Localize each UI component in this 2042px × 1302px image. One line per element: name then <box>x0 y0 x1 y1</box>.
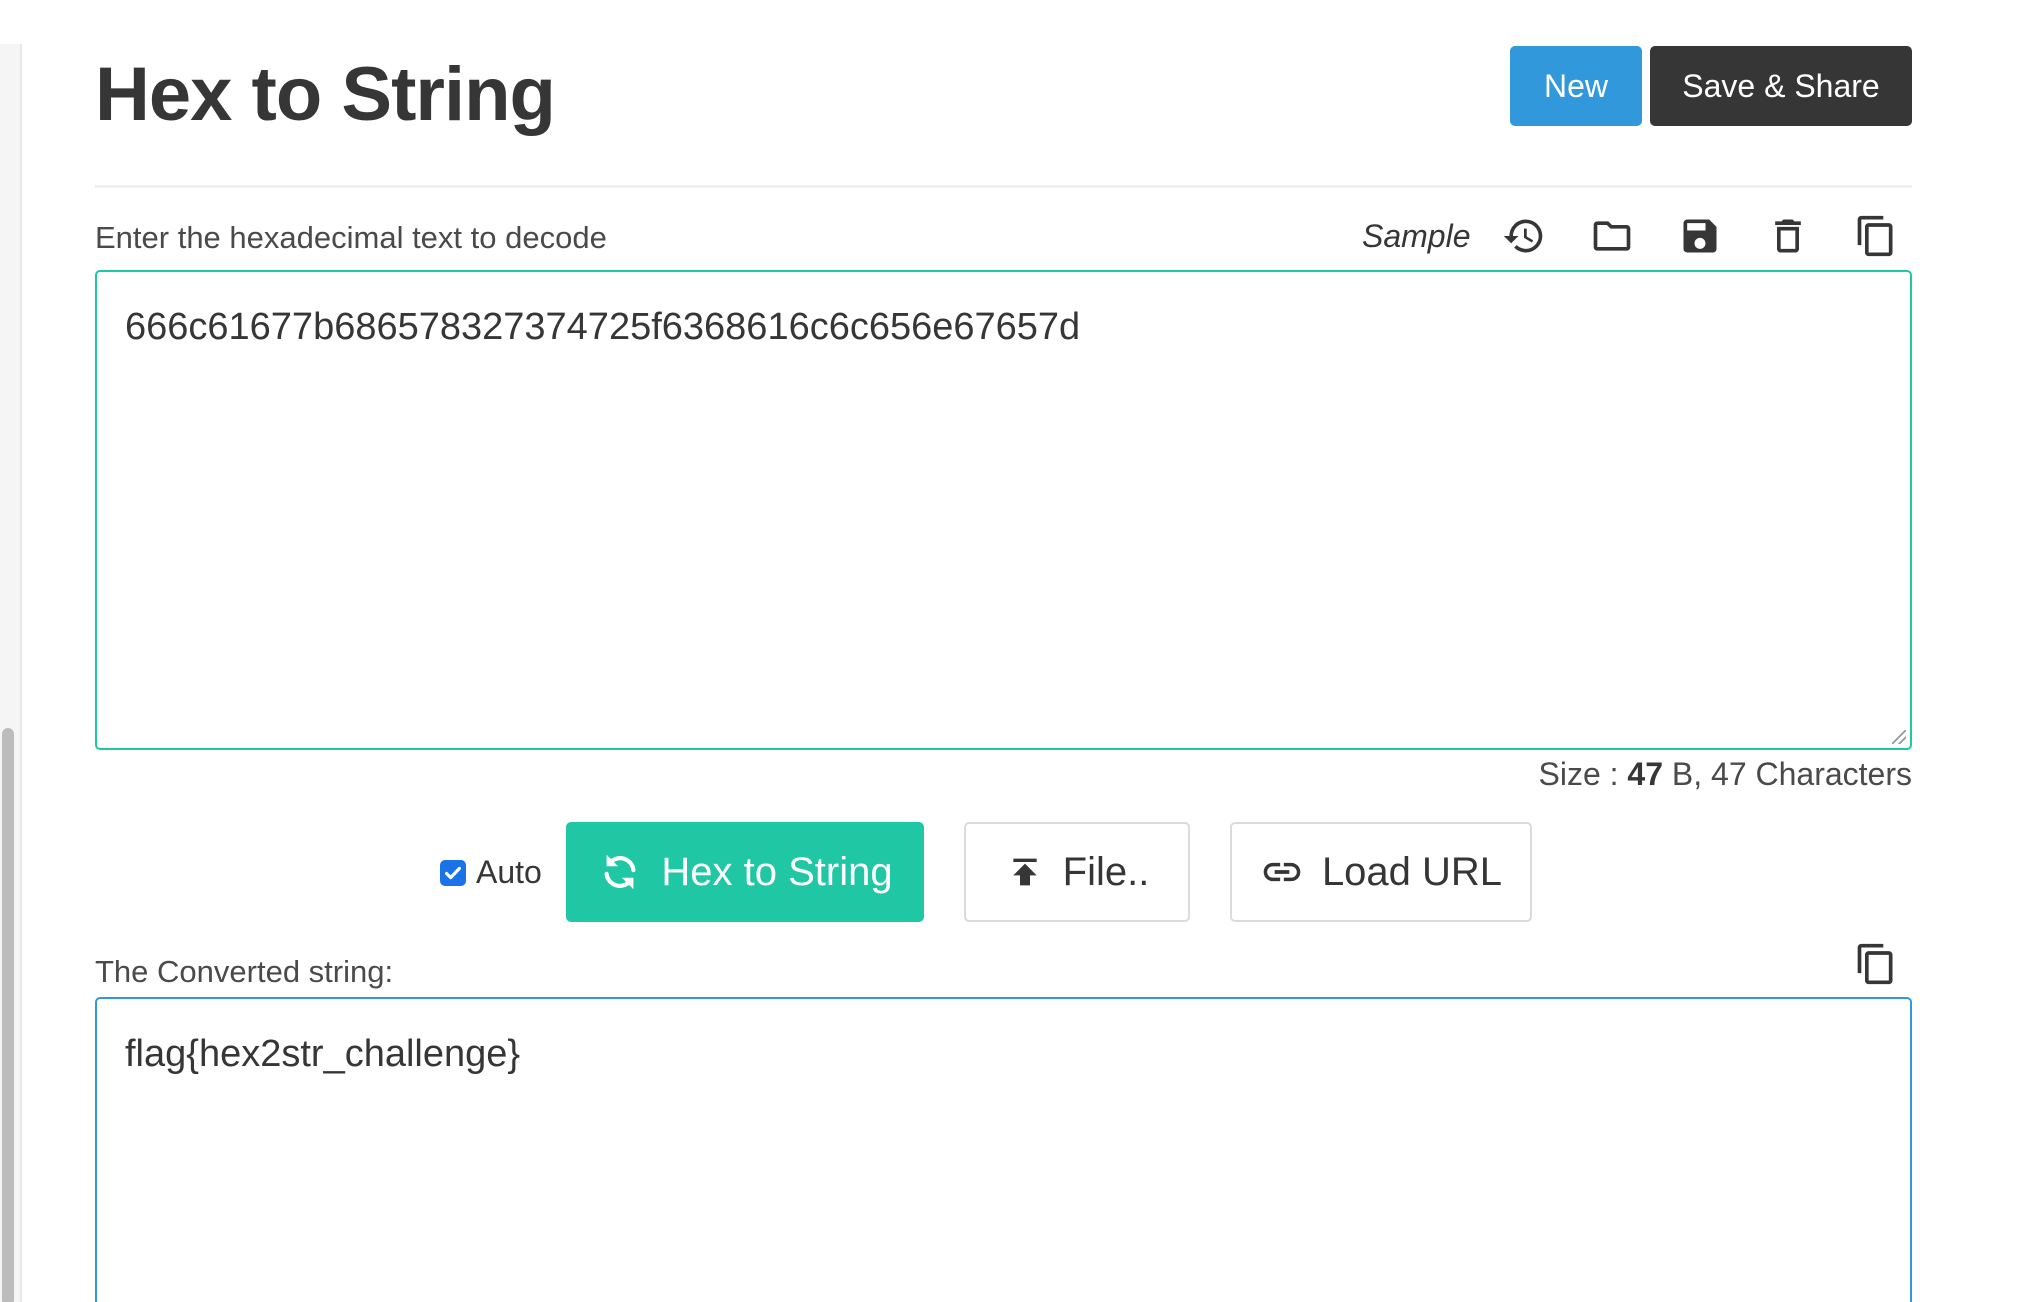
output-value: flag{hex2str_challenge} <box>125 1033 521 1075</box>
left-scrollbar[interactable] <box>0 44 22 1302</box>
size-bytes: 47 <box>1627 756 1663 792</box>
link-icon <box>1263 862 1301 882</box>
file-button[interactable]: File.. <box>964 822 1190 922</box>
page-title: Hex to String <box>95 52 556 137</box>
trash-icon[interactable] <box>1764 212 1812 260</box>
sample-link[interactable]: Sample <box>1362 218 1471 255</box>
size-suffix: B, 47 Characters <box>1663 756 1912 792</box>
auto-label: Auto <box>476 854 542 890</box>
hex-to-string-button[interactable]: Hex to String <box>566 822 924 922</box>
output-label: The Converted string: <box>95 954 394 989</box>
size-prefix: Size : <box>1538 756 1628 792</box>
load-url-label: Load URL <box>1321 849 1503 894</box>
history-icon[interactable] <box>1500 212 1548 260</box>
save-share-button[interactable]: Save & Share <box>1650 46 1912 126</box>
new-button[interactable]: New <box>1510 46 1642 126</box>
input-label: Enter the hexadecimal text to decode <box>95 220 607 255</box>
folder-icon[interactable] <box>1588 212 1636 260</box>
upload-icon <box>1012 858 1037 886</box>
resize-handle[interactable] <box>1892 730 1906 744</box>
hex-input-value: 666c61677b686578327374725f6368616c6c656e… <box>125 306 1081 348</box>
header-divider <box>95 185 1912 188</box>
file-label: File.. <box>1062 849 1150 894</box>
copy-icon[interactable] <box>1852 212 1900 260</box>
hex-input-textarea[interactable]: 666c61677b686578327374725f6368616c6c656e… <box>95 270 1912 750</box>
scrollbar-thumb[interactable] <box>2 728 14 1302</box>
save-icon[interactable] <box>1676 212 1724 260</box>
output-textarea[interactable]: flag{hex2str_challenge} <box>95 997 1912 1302</box>
page: Hex to String New Save & Share Enter the… <box>0 0 2042 1302</box>
auto-checkbox[interactable] <box>440 859 466 886</box>
load-url-button[interactable]: Load URL <box>1230 822 1532 922</box>
auto-toggle[interactable]: Auto <box>440 854 542 891</box>
output-copy-icon[interactable] <box>1852 940 1900 988</box>
size-info: Size : 47 B, 47 Characters <box>1538 756 1912 793</box>
check-icon <box>444 866 462 879</box>
hex-to-string-label: Hex to String <box>661 849 893 894</box>
sync-icon <box>604 854 636 890</box>
